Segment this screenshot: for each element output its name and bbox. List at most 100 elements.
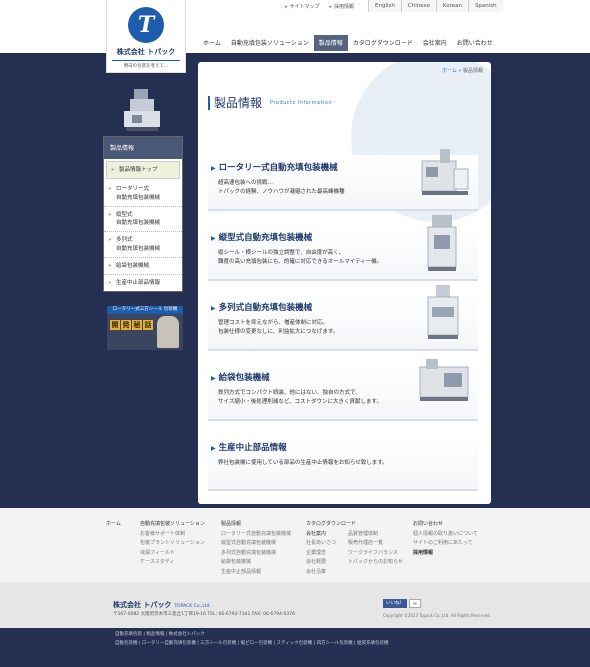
- product-card-vertical[interactable]: ▶ 縦型式自動充填包装機械 縦シール・横シールの独立調整で、自由度が高く、 難度の高…: [208, 215, 478, 281]
- facebook-like-button[interactable]: いいね！: [383, 599, 407, 608]
- sitemap-link[interactable]: ▸ サイトマップ: [285, 3, 320, 10]
- footer-link[interactable]: 製品情報: [221, 520, 291, 530]
- card-description: 超高速包装への挑戦… トパックの経験、ノウハウが凝縮された最高峰機種: [218, 180, 345, 195]
- lang-spanish[interactable]: Spanish: [467, 0, 503, 12]
- card-title[interactable]: ▶ ロータリー式自動充填包装機械: [211, 161, 338, 173]
- lang-english[interactable]: English: [368, 0, 401, 12]
- footer-link[interactable]: 自動充填包装ソリューション: [140, 520, 205, 530]
- footer-link[interactable]: 生産中止部品情報: [221, 568, 291, 578]
- lang-chinese[interactable]: Chinese: [400, 0, 436, 12]
- utility-links: ▸ サイトマップ ▸ 採用情報: [285, 3, 354, 10]
- bottom-background: [0, 628, 590, 667]
- sidebar-item-multilane[interactable]: 多列式 自動充填包装機械: [104, 232, 182, 258]
- footer-col-home: ホーム: [106, 520, 121, 530]
- card-description: 縦シール・横シールの独立調整で、自由度が高く、 難度の高い充填包装にも、的確に対応…: [218, 250, 383, 265]
- title-bar: [208, 95, 210, 110]
- breadcrumb-home[interactable]: ホーム: [442, 68, 457, 74]
- sidebar-item-products-top[interactable]: 製品情報トップ: [106, 161, 180, 180]
- breadcrumb-separator: »: [458, 68, 462, 74]
- footer-col-contact: お問い合わせ 個人情報の取り扱いについて サイトのご利用にあたって 採用情報: [413, 520, 478, 558]
- mail-icon[interactable]: ✉: [409, 599, 421, 608]
- footer-link[interactable]: お客様サポート体制: [140, 530, 205, 540]
- lang-korean[interactable]: Korean: [435, 0, 468, 12]
- machine-photo: [124, 89, 160, 131]
- development-story-banner[interactable]: ロータリー式三方シール 包装機 開 発 秘 話: [107, 306, 183, 350]
- footer-logo[interactable]: 株式会社 トパック TOPACK Co.,Ltd.: [113, 600, 211, 610]
- sidebar-heading: 製品情報: [104, 137, 182, 159]
- triangle-icon: ▶: [211, 165, 216, 172]
- footer-link[interactable]: 液漏フィールド: [140, 549, 205, 559]
- global-nav: ホーム 自動充填包装ソリューション 製品情報 カタログダウンロード 会社案内 お…: [198, 35, 498, 51]
- nav-products[interactable]: 製品情報: [313, 35, 348, 51]
- card-title[interactable]: ▶ 多列式自動充填包装機械: [211, 301, 312, 313]
- breadcrumb-current: 製品情報: [462, 68, 483, 74]
- footer-col-company-2: 品質管理体制 販売代理店一覧 ワークライフバランス トパックからのお知らせ: [348, 530, 403, 568]
- breadcrumb: ホーム » 製品情報: [442, 67, 483, 74]
- nav-company[interactable]: 会社案内: [418, 35, 452, 51]
- card-title[interactable]: ▶ 縦型式自動充填包装機械: [211, 231, 312, 243]
- card-title[interactable]: ▶ 生産中止部品情報: [211, 441, 287, 453]
- nav-home[interactable]: ホーム: [198, 35, 226, 51]
- logo-mark-icon: T: [128, 7, 164, 43]
- footer-background: [0, 508, 590, 582]
- footer-link[interactable]: ケーススタディ: [140, 558, 205, 568]
- share-buttons: いいね！ ✉: [383, 599, 421, 608]
- footer-link[interactable]: 包装プラントソリューション: [140, 539, 205, 549]
- arrow-icon: ▸: [285, 4, 288, 10]
- multilane-machine-image: [427, 285, 459, 339]
- card-description: 管理コストを抑えながら、増産体制に対応。 包装仕様の変更なしに、利益拡大につなげま…: [218, 320, 339, 335]
- bottom-links-row[interactable]: 自動充填包装 | 製品情報 | 株式会社トパック: [115, 631, 205, 637]
- footer-link[interactable]: ロータリー式自動充填包装機械: [221, 530, 291, 540]
- copyright: Copyright ©2013 Topack Co.,Ltd. All Righ…: [383, 613, 491, 618]
- footer-link[interactable]: トパックからのお知らせ: [348, 558, 403, 568]
- vertical-machine-image: [427, 215, 457, 271]
- language-bar: English Chinese Korean Spanish: [368, 0, 503, 12]
- footer-link[interactable]: 多列式自動充填包装機械: [221, 549, 291, 559]
- footer-link[interactable]: お問い合わせ: [413, 520, 478, 530]
- logo-name: 株式会社 トパック: [116, 48, 176, 56]
- sidebar-item-rotary[interactable]: ロータリー式 自動充填包装機械: [104, 181, 182, 207]
- page-title: 製品情報 Products Information: [208, 94, 332, 111]
- product-card-rotary[interactable]: ▶ ロータリー式自動充填包装機械 超高速包装への挑戦… トパックの経験、ノウハウが凝…: [208, 149, 478, 211]
- banner-kanji: 開 発 秘 話: [110, 320, 153, 330]
- banner-char: 発: [121, 320, 131, 330]
- sidebar-item-vertical[interactable]: 縦型式 自動充填包装機械: [104, 207, 182, 233]
- footer-link[interactable]: サイトのご利用にあたって: [413, 539, 478, 549]
- company-address: 〒567-0082 大阪府茨木市三島丘1丁目19-16 TEL: 06-6792…: [113, 612, 295, 617]
- rotary-machine-image: [421, 149, 469, 195]
- main-content: ホーム » 製品情報 製品情報 Products Information ▶ ロー…: [198, 62, 491, 504]
- footer-link[interactable]: 個人情報の取り扱いについて: [413, 530, 478, 540]
- discontinued-parts-card[interactable]: ▶ 生産中止部品情報 弊社包装機に使用している部品の生産中止情報をお知らせ致します…: [208, 435, 478, 491]
- banner-char: 秘: [132, 320, 142, 330]
- footer-link[interactable]: 販売代理店一覧: [348, 539, 403, 549]
- nav-solution[interactable]: 自動充填包装ソリューション: [226, 35, 314, 51]
- footer-link[interactable]: 縦型式自動充填包装機械: [221, 539, 291, 549]
- card-title[interactable]: ▶ 給袋包装機械: [211, 371, 270, 383]
- card-description: 弊社包装機に使用している部品の生産中止情報をお知らせ致します。: [218, 460, 388, 466]
- product-card-bag-feeding[interactable]: ▶ 給袋包装機械 鉄列方式でコンパクト続装、他にはない、独自の方式で、 サイズ縮小・…: [208, 359, 478, 421]
- banner-person-photo: [157, 316, 179, 348]
- info-bar-background: [0, 582, 590, 628]
- footer-link[interactable]: 給袋包装機械: [221, 558, 291, 568]
- bottom-keywords-row[interactable]: 自動包装機 | ロータリー自動充填包装機 | 三方シール包装機 | 縦ピロー包装…: [115, 640, 389, 646]
- footer-link-recruit[interactable]: 採用情報: [413, 549, 478, 559]
- footer-col-products: 製品情報 ロータリー式自動充填包装機械 縦型式自動充填包装機械 多列式自動充填包…: [221, 520, 291, 577]
- logo[interactable]: T 株式会社 トパック 明日の包装を考えて…: [106, 0, 186, 73]
- triangle-icon: ▶: [211, 235, 216, 242]
- banner-char: 開: [110, 320, 120, 330]
- product-card-multilane[interactable]: ▶ 多列式自動充填包装機械 管理コストを抑えながら、増産体制に対応。 包装仕様の変更…: [208, 285, 478, 351]
- footer-link[interactable]: 品質管理体制: [348, 530, 403, 540]
- triangle-icon: ▶: [211, 375, 216, 382]
- nav-contact[interactable]: お問い合わせ: [452, 35, 498, 51]
- footer-link[interactable]: ワークライフバランス: [348, 549, 403, 559]
- sidebar-item-bag-feeding[interactable]: 給袋包装機械: [104, 258, 182, 275]
- sidebar-menu: 製品情報 製品情報トップ ロータリー式 自動充填包装機械 縦型式 自動充填包装機…: [103, 136, 183, 293]
- nav-catalog[interactable]: カタログダウンロード: [348, 35, 418, 51]
- footer-link[interactable]: カタログダウンロード: [306, 520, 356, 530]
- footer-col-solution: 自動充填包装ソリューション お客様サポート体制 包装プラントソリューション 液漏…: [140, 520, 205, 568]
- sidebar-item-discontinued[interactable]: 生産中止部品情報: [104, 275, 182, 291]
- footer-link[interactable]: ホーム: [106, 520, 121, 530]
- page-title-en: Products Information: [270, 99, 333, 106]
- footer-link[interactable]: 会社沿革: [306, 568, 356, 578]
- recruit-link[interactable]: ▸ 採用情報: [330, 3, 355, 10]
